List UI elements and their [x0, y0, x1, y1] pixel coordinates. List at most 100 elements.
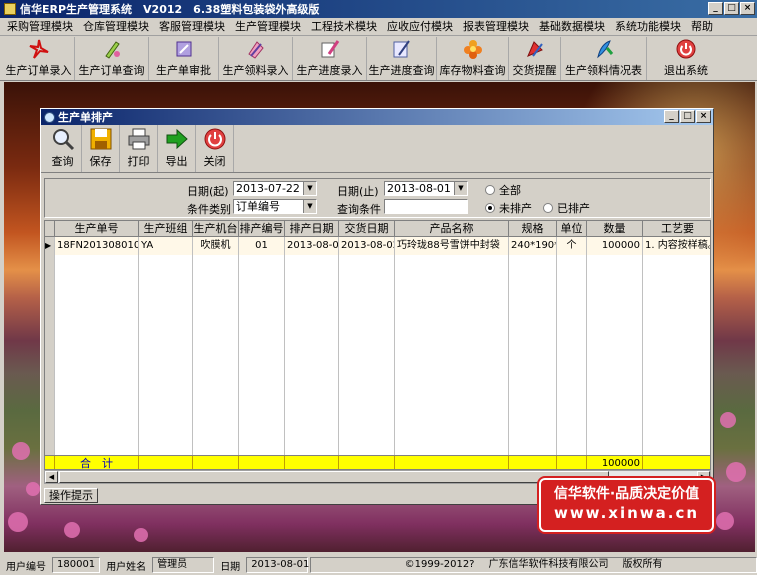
save-button[interactable]: 保存: [82, 125, 120, 172]
rights-text: 版权所有: [622, 559, 663, 570]
date-label: 日期: [220, 561, 241, 573]
flower-decoration: [64, 522, 80, 538]
col-header-product-name[interactable]: 产品名称: [395, 221, 509, 237]
radio-scheduled[interactable]: 已排产: [543, 200, 590, 216]
minimize-button[interactable]: _: [708, 2, 723, 15]
scroll-left-icon[interactable]: ◀: [45, 471, 58, 483]
menu-basic-data[interactable]: 基础数据模块: [534, 19, 610, 35]
progress-entry-button[interactable]: 生产进度录入: [293, 37, 367, 80]
exit-system-button[interactable]: 退出系统: [647, 37, 725, 80]
flower-decoration: [12, 442, 30, 460]
col-header-delivery-date[interactable]: 交货日期: [339, 221, 395, 237]
radio-all[interactable]: 全部: [485, 182, 521, 198]
col-header-schedule-no[interactable]: 排产编号: [239, 221, 285, 237]
chevron-down-icon[interactable]: ▼: [454, 182, 467, 195]
sub-minimize-button[interactable]: _: [664, 110, 679, 123]
cell-spec[interactable]: 240*190*6: [509, 237, 557, 255]
status-bar: 用户编号 180001 用户姓名 管理员 日期 2013-08-01 ©1999…: [0, 555, 757, 575]
menu-reports[interactable]: 报表管理模块: [458, 19, 534, 35]
export-button[interactable]: 导出: [158, 125, 196, 172]
production-order-query-button[interactable]: 生产订单查询: [75, 37, 149, 80]
user-id-label: 用户编号: [6, 561, 46, 573]
magnifier-icon: [50, 126, 76, 152]
close-button[interactable]: ×: [740, 2, 755, 15]
production-order-entry-button[interactable]: 生产订单录入: [3, 37, 75, 80]
table-row[interactable]: ▶ 18FN20130801002 YA 吹膜机 01 2013-08-01 2…: [45, 237, 710, 255]
sub-maximize-button[interactable]: □: [680, 110, 695, 123]
menu-receivable-payable[interactable]: 应收应付模块: [382, 19, 458, 35]
sub-window-controls: _ □ ×: [664, 110, 711, 123]
print-button[interactable]: 打印: [120, 125, 158, 172]
copyright-text: ©1999-2012?: [404, 559, 475, 570]
sub-title-bar[interactable]: 生产单排产 _ □ ×: [41, 109, 713, 125]
progress-query-button[interactable]: 生产进度查询: [367, 37, 437, 80]
flower-icon: [461, 37, 485, 60]
cell-process[interactable]: 1. 内容按样稿。: [643, 237, 710, 255]
user-name-label: 用户姓名: [106, 561, 147, 573]
cell-quantity[interactable]: 100000: [587, 237, 643, 255]
cell-unit[interactable]: 个: [557, 237, 587, 255]
chevron-down-icon[interactable]: ▼: [303, 200, 316, 213]
material-issue-report-button[interactable]: 生产领料情况表: [561, 37, 647, 80]
material-issue-entry-button[interactable]: 生产领料录入: [219, 37, 293, 80]
inventory-query-button[interactable]: 库存物料查询: [437, 37, 509, 80]
flower-decoration: [26, 482, 40, 496]
operation-hint-tab[interactable]: 操作提示: [44, 487, 98, 503]
cell-schedule-date[interactable]: 2013-08-01: [285, 237, 339, 255]
maximize-button[interactable]: □: [724, 2, 739, 15]
cell-machine[interactable]: 吹膜机: [193, 237, 239, 255]
cell-product-name[interactable]: 巧玲珑88号雪饼中封袋: [395, 237, 509, 255]
category-select[interactable]: 订单编号 ▼: [233, 199, 317, 214]
main-title-bar[interactable]: 信华ERP生产管理系统 V2012 6.38塑料包装袋外高级版 _ □ ×: [0, 0, 757, 18]
sub-window-title: 生产单排产: [58, 111, 113, 124]
cell-order-no[interactable]: 18FN20130801002: [55, 237, 139, 255]
menu-engineering[interactable]: 工程技术模块: [306, 19, 382, 35]
chevron-down-icon[interactable]: ▼: [303, 182, 316, 195]
date-start-field[interactable]: 2013-07-22 ▼: [233, 181, 317, 196]
arrow-right-icon: [164, 126, 190, 152]
scheduling-grid[interactable]: 生产单号 生产班组 生产机台 排产编号 排产日期 交货日期 产品名称 规格 单位…: [44, 220, 711, 470]
close-window-button[interactable]: 关闭: [196, 125, 234, 172]
col-header-machine[interactable]: 生产机台: [193, 221, 239, 237]
delivery-reminder-button[interactable]: 交货提醒: [509, 37, 561, 80]
production-scheduling-window: 生产单排产 _ □ × 查询 保存 打印 导出 关闭 日期(起) 2013-07…: [40, 108, 714, 505]
stamp-icon: [172, 37, 196, 60]
app-title: 信华ERP生产管理系统 V2012 6.38塑料包装袋外高级版: [20, 3, 320, 16]
power-icon: [674, 37, 698, 60]
menu-bar: 采购管理模块 仓库管理模块 客服管理模块 生产管理模块 工程技术模块 应收应付模…: [0, 18, 757, 36]
cell-delivery-date[interactable]: 2013-08-02: [339, 237, 395, 255]
radio-unscheduled[interactable]: 未排产: [485, 200, 532, 216]
menu-customer-service[interactable]: 客服管理模块: [154, 19, 230, 35]
col-header-spec[interactable]: 规格: [509, 221, 557, 237]
menu-purchase[interactable]: 采购管理模块: [2, 19, 78, 35]
production-order-approve-button[interactable]: 生产单审批: [149, 37, 219, 80]
query-button[interactable]: 查询: [44, 125, 82, 172]
menu-production[interactable]: 生产管理模块: [230, 19, 306, 35]
col-header-schedule-date[interactable]: 排产日期: [285, 221, 339, 237]
menu-system[interactable]: 系统功能模块: [610, 19, 686, 35]
footer-total-quantity: 100000: [587, 456, 643, 469]
watermark-slogan: 信华软件·品质决定价值: [553, 486, 700, 502]
col-header-unit[interactable]: 单位: [557, 221, 587, 237]
query-label: 查询条件: [337, 203, 381, 216]
cell-team[interactable]: YA: [139, 237, 193, 255]
date-end-label: 日期(止): [337, 185, 379, 198]
date-end-field[interactable]: 2013-08-01 ▼: [384, 181, 468, 196]
app-logo-icon: [4, 3, 16, 15]
copyright-panel: ©1999-2012? 广东信华软件科技有限公司 版权所有: [310, 557, 757, 573]
query-input[interactable]: [384, 199, 468, 214]
sub-close-button[interactable]: ×: [696, 110, 711, 123]
grid-empty-area: [45, 255, 710, 455]
col-header-process[interactable]: 工艺要: [643, 221, 710, 237]
scroll-thumb[interactable]: [59, 471, 609, 483]
menu-warehouse[interactable]: 仓库管理模块: [78, 19, 154, 35]
menu-help[interactable]: 帮助: [686, 19, 718, 35]
cell-schedule-no[interactable]: 01: [239, 237, 285, 255]
filter-panel: 日期(起) 2013-07-22 ▼ 日期(止) 2013-08-01 ▼ 全部…: [44, 178, 711, 218]
pencil-paper-icon: [318, 37, 342, 60]
user-id-value: 180001: [52, 557, 101, 573]
col-header-order-no[interactable]: 生产单号: [55, 221, 139, 237]
col-header-quantity[interactable]: 数量: [587, 221, 643, 237]
col-header-team[interactable]: 生产班组: [139, 221, 193, 237]
paint-icon: [244, 37, 268, 60]
